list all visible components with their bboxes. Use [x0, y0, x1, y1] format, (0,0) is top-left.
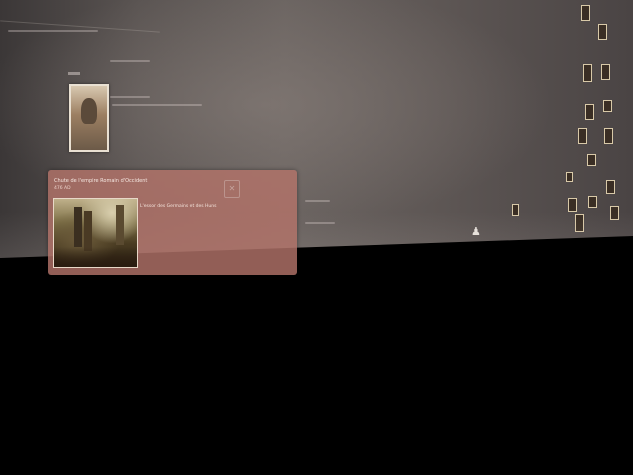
timeline-mini-item[interactable] — [568, 198, 577, 212]
event-caption: L'essor des Germains et des Huns — [140, 204, 217, 209]
timeline-text — [305, 222, 335, 224]
event-date: 476 AD — [54, 186, 71, 191]
event-tooltip-card[interactable]: Chute de l'empire Romain d'Occident 476 … — [48, 170, 297, 275]
timeline-mini-item[interactable] — [575, 214, 584, 232]
timeline-item-thumbnail[interactable] — [69, 84, 109, 152]
timeline-mini-item[interactable] — [585, 104, 594, 120]
timeline-mini-item[interactable] — [588, 196, 597, 208]
timeline-mini-item[interactable] — [603, 100, 612, 112]
timeline-mini-item[interactable] — [578, 128, 587, 144]
timeline-mini-item[interactable] — [598, 24, 607, 40]
timeline-mini-item[interactable] — [601, 64, 610, 80]
timeline-text — [110, 60, 150, 62]
person-icon[interactable]: ♟ — [471, 225, 481, 238]
close-icon[interactable]: ✕ — [224, 180, 240, 198]
timeline-mini-item[interactable] — [606, 180, 615, 194]
event-image[interactable] — [53, 198, 138, 268]
timeline-text — [8, 30, 98, 32]
timeline-mini-item[interactable] — [512, 204, 519, 216]
timeline-text — [112, 104, 202, 106]
event-title: Chute de l'empire Romain d'Occident — [54, 178, 148, 184]
timeline-mini-item[interactable] — [604, 128, 613, 144]
timeline-mini-item[interactable] — [583, 64, 592, 82]
timeline-label — [68, 72, 80, 75]
timeline-mini-item[interactable] — [587, 154, 596, 166]
timeline-text — [110, 96, 150, 98]
timeline-mini-item[interactable] — [566, 172, 573, 182]
timeline-text — [305, 200, 330, 202]
timeline-mini-item[interactable] — [610, 206, 619, 220]
timeline-mini-item[interactable] — [581, 5, 590, 21]
